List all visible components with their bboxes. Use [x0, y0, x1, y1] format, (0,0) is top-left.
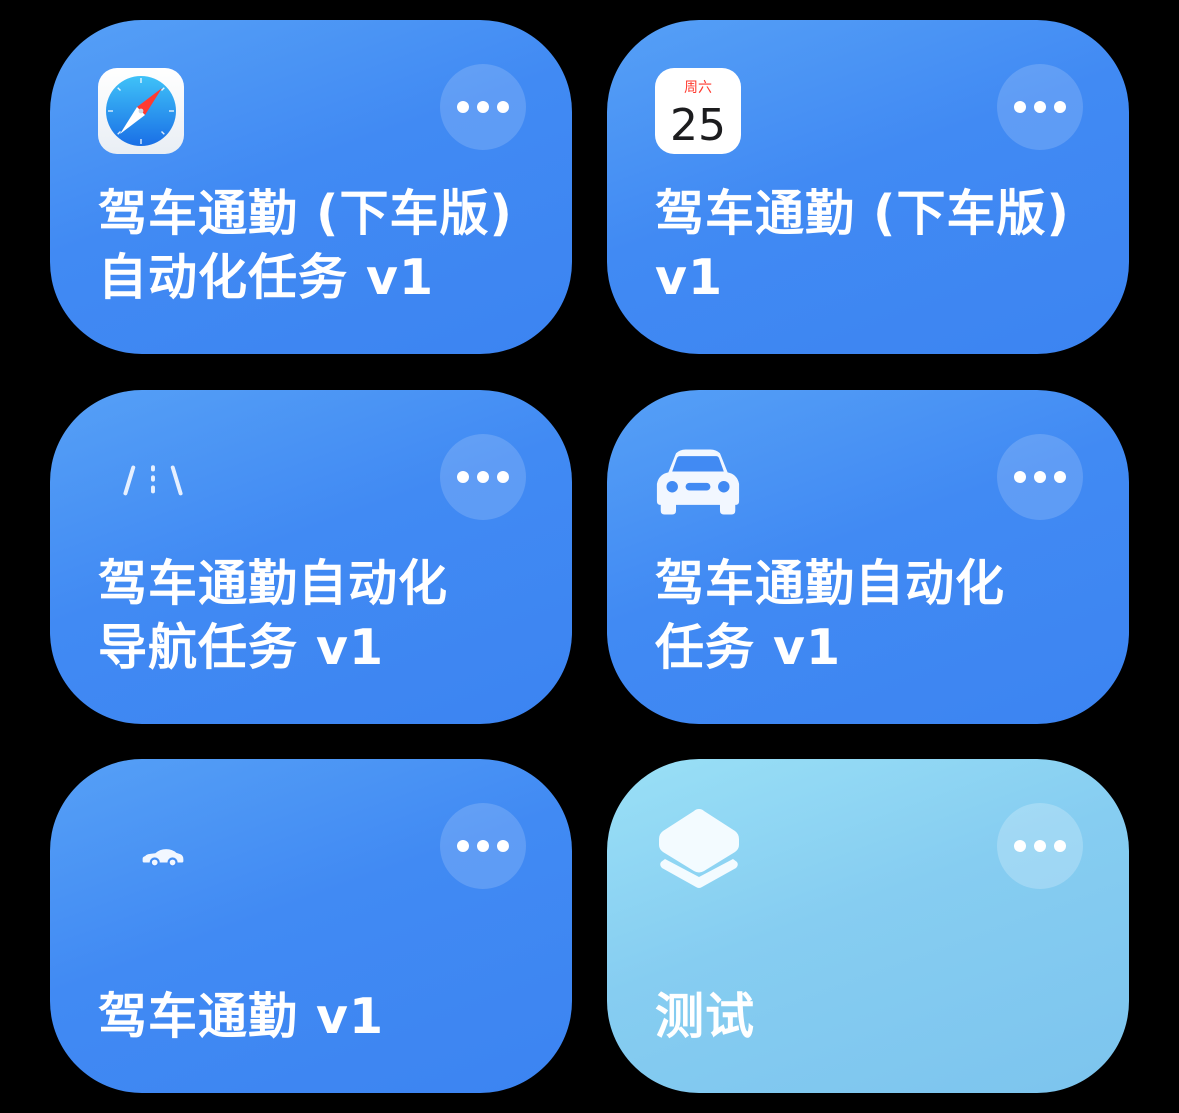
- more-options-button[interactable]: [440, 64, 526, 150]
- dot-icon: [1034, 471, 1046, 483]
- shortcut-title-line: 驾车通勤 v1: [98, 988, 385, 1045]
- layers-stack-icon: [655, 807, 741, 893]
- road-lanes-icon: [98, 438, 184, 524]
- car-front-icon: [655, 438, 741, 524]
- dot-icon: [497, 840, 509, 852]
- safari-compass-icon: [98, 68, 184, 154]
- car-side-icon: [98, 807, 184, 893]
- dot-icon: [1014, 101, 1026, 113]
- dot-icon: [477, 840, 489, 852]
- shortcut-tile-commute-navigation[interactable]: 驾车通勤自动化 导航任务 v1: [50, 390, 572, 724]
- dot-icon: [1034, 101, 1046, 113]
- shortcut-tile-commute[interactable]: 驾车通勤 v1: [50, 759, 572, 1093]
- shortcut-title-line: 驾车通勤 (下车版): [655, 185, 1070, 242]
- shortcut-tile-commute-exit-auto[interactable]: 驾车通勤 (下车版) 自动化任务 v1: [50, 20, 572, 354]
- shortcut-title: 驾车通勤自动化 导航任务 v1: [98, 552, 532, 680]
- dot-icon: [1054, 471, 1066, 483]
- shortcut-title-line: 测试: [655, 988, 756, 1045]
- dot-icon: [497, 471, 509, 483]
- shortcut-title: 驾车通勤 v1: [98, 985, 532, 1049]
- shortcut-title-line: 驾车通勤自动化: [98, 555, 449, 612]
- dot-icon: [1054, 101, 1066, 113]
- shortcut-tile-commute-auto[interactable]: 驾车通勤自动化 任务 v1: [607, 390, 1129, 724]
- calendar-icon: 周六 25: [655, 68, 741, 154]
- shortcut-tile-commute-exit[interactable]: 周六 25 驾车通勤 (下车版) v1: [607, 20, 1129, 354]
- calendar-day: 25: [670, 100, 726, 151]
- dot-icon: [1014, 840, 1026, 852]
- shortcut-title: 驾车通勤自动化 任务 v1: [655, 552, 1089, 680]
- dot-icon: [1014, 471, 1026, 483]
- dot-icon: [1034, 840, 1046, 852]
- shortcut-title-line: 任务 v1: [655, 619, 842, 676]
- shortcut-tile-test[interactable]: 测试: [607, 759, 1129, 1093]
- shortcut-title: 驾车通勤 (下车版) v1: [655, 182, 1089, 310]
- more-options-button[interactable]: [440, 803, 526, 889]
- shortcut-title: 测试: [655, 985, 1089, 1049]
- more-options-button[interactable]: [997, 64, 1083, 150]
- dot-icon: [457, 101, 469, 113]
- dot-icon: [477, 471, 489, 483]
- more-options-button[interactable]: [440, 434, 526, 520]
- shortcut-title: 驾车通勤 (下车版) 自动化任务 v1: [98, 182, 532, 310]
- shortcut-title-line: v1: [655, 249, 724, 306]
- shortcut-title-line: 驾车通勤自动化: [655, 555, 1006, 612]
- shortcut-title-line: 自动化任务 v1: [98, 249, 435, 306]
- dot-icon: [457, 840, 469, 852]
- shortcut-title-line: 导航任务 v1: [98, 619, 385, 676]
- more-options-button[interactable]: [997, 434, 1083, 520]
- more-options-button[interactable]: [997, 803, 1083, 889]
- dot-icon: [457, 471, 469, 483]
- shortcut-title-line: 驾车通勤 (下车版): [98, 185, 513, 242]
- dot-icon: [497, 101, 509, 113]
- dot-icon: [1054, 840, 1066, 852]
- calendar-weekday: 周六: [684, 80, 712, 96]
- dot-icon: [477, 101, 489, 113]
